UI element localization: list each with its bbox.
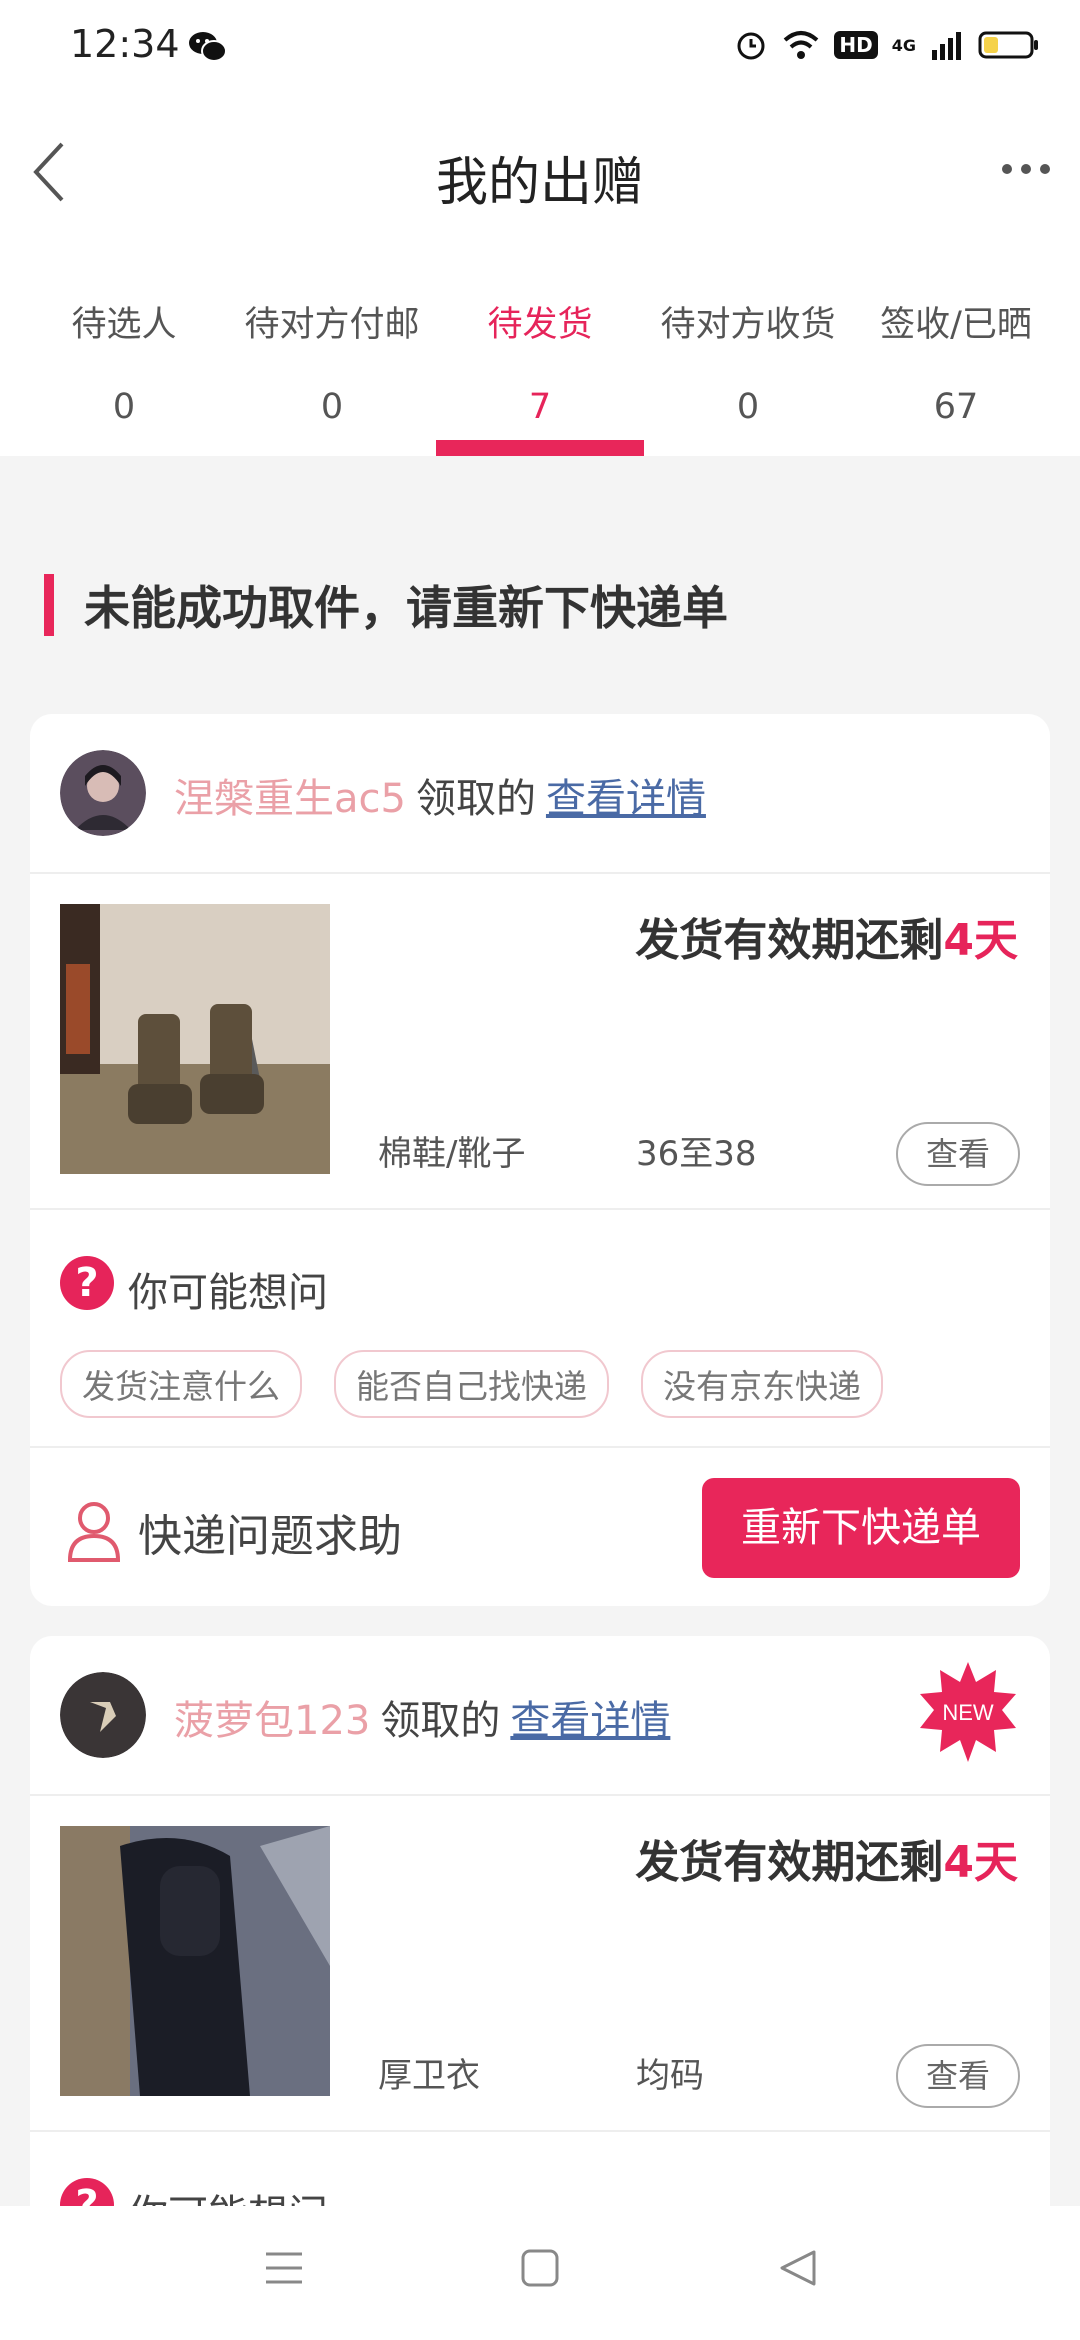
back-icon[interactable] — [776, 2246, 820, 2290]
network-type: 4G — [891, 35, 916, 55]
courier-help-link[interactable]: 快递问题求助 — [138, 1500, 402, 1564]
tab-label: 待选人 — [71, 305, 177, 345]
section-title: 未能成功取件，请重新下快递单 — [84, 581, 728, 635]
ship-deadline: 发货有效期还剩4天 — [635, 1826, 1018, 1890]
battery-icon — [978, 31, 1038, 59]
gift-card: 涅槃重生ac5 领取的 查看详情 发货有效期还剩4天 棉鞋/靴子 36至38 查看 … — [30, 714, 1050, 1606]
item-size: 36至38 — [636, 1134, 757, 1174]
view-detail-link[interactable]: 查看详情 — [546, 776, 706, 822]
deadline-days: 4天 — [943, 915, 1018, 966]
question-icon: ? — [60, 1256, 114, 1310]
new-badge-icon: NEW — [920, 1662, 1016, 1762]
view-button[interactable]: 查看 — [896, 2044, 1020, 2108]
faq-chip[interactable]: 发货注意什么 — [60, 1350, 302, 1418]
deadline-days: 4天 — [943, 1837, 1018, 1888]
faq-title: 你可能想问 — [128, 1270, 328, 1316]
tab-label: 待对方收货 — [660, 305, 836, 345]
system-nav-bar — [0, 2206, 1080, 2340]
tab-pending-selection[interactable]: 待选人 0 — [20, 296, 228, 427]
avatar[interactable] — [60, 1672, 146, 1758]
reorder-shipping-button[interactable]: 重新下快递单 — [702, 1478, 1020, 1578]
item-category: 厚卫衣 — [378, 2056, 480, 2096]
alarm-icon — [737, 32, 765, 60]
tab-pending-shipment[interactable]: 待发货 7 — [436, 296, 644, 427]
deadline-prefix: 发货有效期还剩 — [635, 1837, 944, 1888]
tab-received[interactable]: 签收/已晒 67 — [852, 296, 1060, 427]
hd-icon: HD — [834, 31, 878, 59]
wechat-icon — [189, 32, 227, 62]
view-detail-link[interactable]: 查看详情 — [510, 1698, 670, 1744]
tab-label: 待对方付邮 — [244, 305, 420, 345]
status-tabs: 待选人 0 待对方付邮 0 待发货 7 待对方收货 0 签收/已晒 67 — [0, 266, 1080, 456]
status-time: 12:34 — [70, 22, 180, 66]
tab-count: 0 — [320, 387, 344, 427]
faq-chips: 发货注意什么 能否自己找快递 没有京东快递 — [60, 1350, 883, 1418]
faq-chip[interactable]: 没有京东快递 — [641, 1350, 883, 1418]
claim-line: 菠萝包123 领取的 查看详情 — [174, 1688, 670, 1746]
item-size: 均码 — [636, 2056, 704, 2096]
card-item-row: 发货有效期还剩4天 厚卫衣 均码 查看 — [30, 1796, 1050, 2132]
item-image[interactable] — [60, 1826, 330, 2096]
tab-label: 待发货 — [487, 305, 593, 345]
tab-count: 0 — [112, 387, 136, 427]
ship-deadline: 发货有效期还剩4天 — [635, 904, 1018, 968]
signal-icon — [932, 32, 961, 60]
card-user-row: 涅槃重生ac5 领取的 查看详情 — [30, 714, 1050, 874]
tab-pending-receipt[interactable]: 待对方收货 0 — [644, 296, 852, 427]
claim-text: 领取的 — [415, 776, 536, 822]
card-user-row: 菠萝包123 领取的 查看详情 NEW — [30, 1636, 1050, 1796]
tab-count: 7 — [528, 387, 552, 427]
card-faq-row: ? 你可能想问 发货注意什么 能否自己找快递 没有京东快递 — [30, 1210, 1050, 1448]
nav-header: 我的出赠 — [0, 96, 1080, 266]
status-bar: 12:34 HD 4G — [0, 0, 1080, 96]
item-category: 棉鞋/靴子 — [378, 1134, 526, 1174]
new-badge-text: NEW — [942, 1700, 994, 1725]
active-tab-indicator — [436, 440, 644, 456]
page-title: 我的出赠 — [435, 153, 644, 213]
card-action-row: 快递问题求助 重新下快递单 — [30, 1448, 1050, 1606]
card-item-row: 发货有效期还剩4天 棉鞋/靴子 36至38 查看 — [30, 874, 1050, 1210]
item-image[interactable] — [60, 904, 330, 1174]
person-icon — [67, 1502, 121, 1562]
menu-icon[interactable] — [262, 2246, 306, 2290]
section-accent-bar — [44, 574, 54, 636]
tab-pending-postage[interactable]: 待对方付邮 0 — [228, 296, 436, 427]
wifi-icon — [784, 31, 819, 59]
section-heading: 未能成功取件，请重新下快递单 — [44, 574, 728, 636]
user-name[interactable]: 涅槃重生ac5 — [174, 776, 406, 822]
tab-count: 67 — [933, 387, 979, 427]
avatar[interactable] — [60, 750, 146, 836]
status-icons: HD 4G — [734, 28, 1040, 62]
deadline-prefix: 发货有效期还剩 — [635, 915, 944, 966]
claim-text: 领取的 — [380, 1698, 501, 1744]
tab-label: 签收/已晒 — [880, 305, 1032, 345]
home-icon[interactable] — [518, 2246, 562, 2290]
view-button[interactable]: 查看 — [896, 1122, 1020, 1186]
claim-line: 涅槃重生ac5 领取的 查看详情 — [174, 766, 706, 824]
faq-chip[interactable]: 能否自己找快递 — [334, 1350, 609, 1418]
user-name[interactable]: 菠萝包123 — [174, 1698, 370, 1744]
more-options-icon[interactable] — [1002, 164, 1050, 174]
tab-count: 0 — [736, 387, 760, 427]
